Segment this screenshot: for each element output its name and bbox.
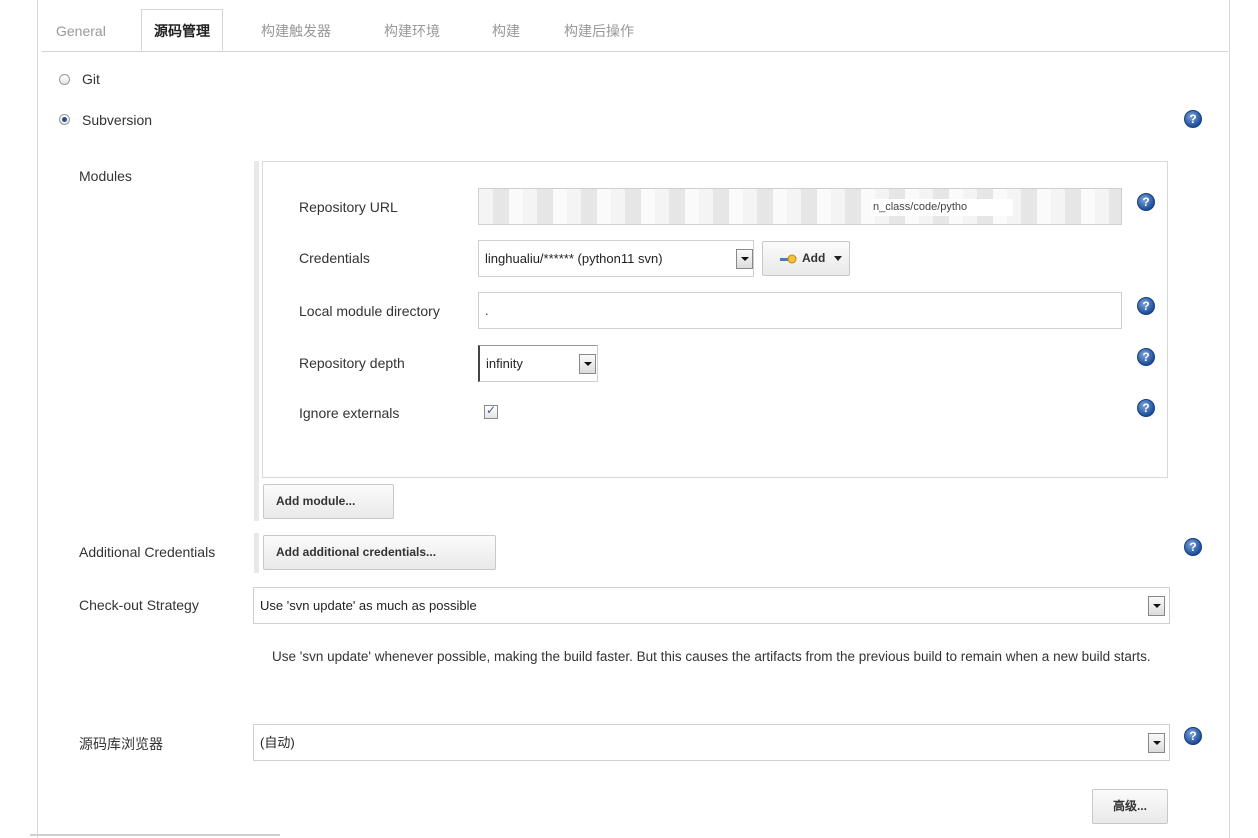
checkmark-icon: ✓ (485, 403, 497, 417)
add-credentials-button[interactable]: Add (762, 241, 850, 276)
checkout-strategy-select[interactable]: Use 'svn update' as much as possible (253, 587, 1170, 624)
chevron-down-icon (579, 354, 596, 374)
subversion-radio[interactable] (59, 114, 70, 125)
help-icon[interactable]: ? (1137, 297, 1155, 315)
tab-general[interactable]: General (56, 10, 106, 51)
credentials-value: linghualiu/****** (python11 svn) (485, 251, 663, 266)
chevron-down-icon (1148, 733, 1165, 753)
tab-build-triggers[interactable]: 构建触发器 (261, 10, 331, 51)
ignore-externals-checkbox[interactable]: ✓ (484, 403, 498, 419)
repository-url-label: Repository URL (299, 199, 398, 215)
add-additional-credentials-button[interactable]: Add additional credentials... (263, 535, 496, 570)
help-icon[interactable]: ? (1137, 193, 1155, 211)
tab-build[interactable]: 构建 (492, 10, 520, 51)
modules-indent-bar (254, 161, 259, 521)
subversion-label[interactable]: Subversion (82, 112, 152, 128)
local-module-directory-label: Local module directory (299, 303, 440, 319)
add-label: Add (802, 251, 826, 265)
add-module-button[interactable]: Add module... (263, 484, 394, 519)
tab-build-environment[interactable]: 构建环境 (384, 10, 440, 51)
git-radio[interactable] (59, 74, 70, 85)
help-icon[interactable]: ? (1184, 110, 1202, 128)
help-icon[interactable]: ? (1137, 399, 1155, 417)
key-icon (780, 254, 797, 264)
repository-url-input[interactable]: n_class/code/pytho (478, 188, 1122, 225)
repository-url-visible-text: n_class/code/pytho (871, 199, 1013, 216)
repository-depth-select[interactable]: infinity (478, 345, 598, 382)
modules-label: Modules (79, 168, 132, 184)
credentials-label: Credentials (299, 250, 370, 266)
additional-credentials-label: Additional Credentials (79, 544, 216, 560)
chevron-down-icon (1148, 596, 1165, 616)
tab-scm[interactable]: 源码管理 (141, 9, 223, 51)
repository-browser-select[interactable]: (自动) (253, 724, 1170, 761)
git-label[interactable]: Git (82, 71, 100, 87)
credentials-select[interactable]: linghualiu/****** (python11 svn) (478, 240, 754, 277)
divider (30, 834, 280, 836)
help-icon[interactable]: ? (1184, 727, 1202, 745)
checkout-strategy-description: Use 'svn update' whenever possible, maki… (272, 649, 1151, 664)
repository-browser-label: 源码库浏览器 (79, 736, 163, 752)
chevron-down-icon (834, 256, 842, 261)
checkout-strategy-label: Check-out Strategy (79, 597, 199, 613)
checkout-strategy-value: Use 'svn update' as much as possible (260, 598, 477, 613)
help-icon[interactable]: ? (1184, 538, 1202, 556)
repository-browser-value: (自动) (260, 735, 295, 750)
advanced-button[interactable]: 高级... (1092, 789, 1168, 824)
config-tabs: General 源码管理 构建触发器 构建环境 构建 构建后操作 (42, 9, 1228, 52)
repository-depth-label: Repository depth (299, 355, 405, 371)
tab-post-build[interactable]: 构建后操作 (564, 10, 634, 51)
local-module-directory-input[interactable]: . (478, 292, 1122, 329)
help-icon[interactable]: ? (1137, 348, 1155, 366)
chevron-down-icon (736, 249, 753, 269)
ignore-externals-label: Ignore externals (299, 405, 400, 421)
repository-depth-value: infinity (486, 356, 523, 371)
credentials-indent-bar (254, 533, 259, 573)
